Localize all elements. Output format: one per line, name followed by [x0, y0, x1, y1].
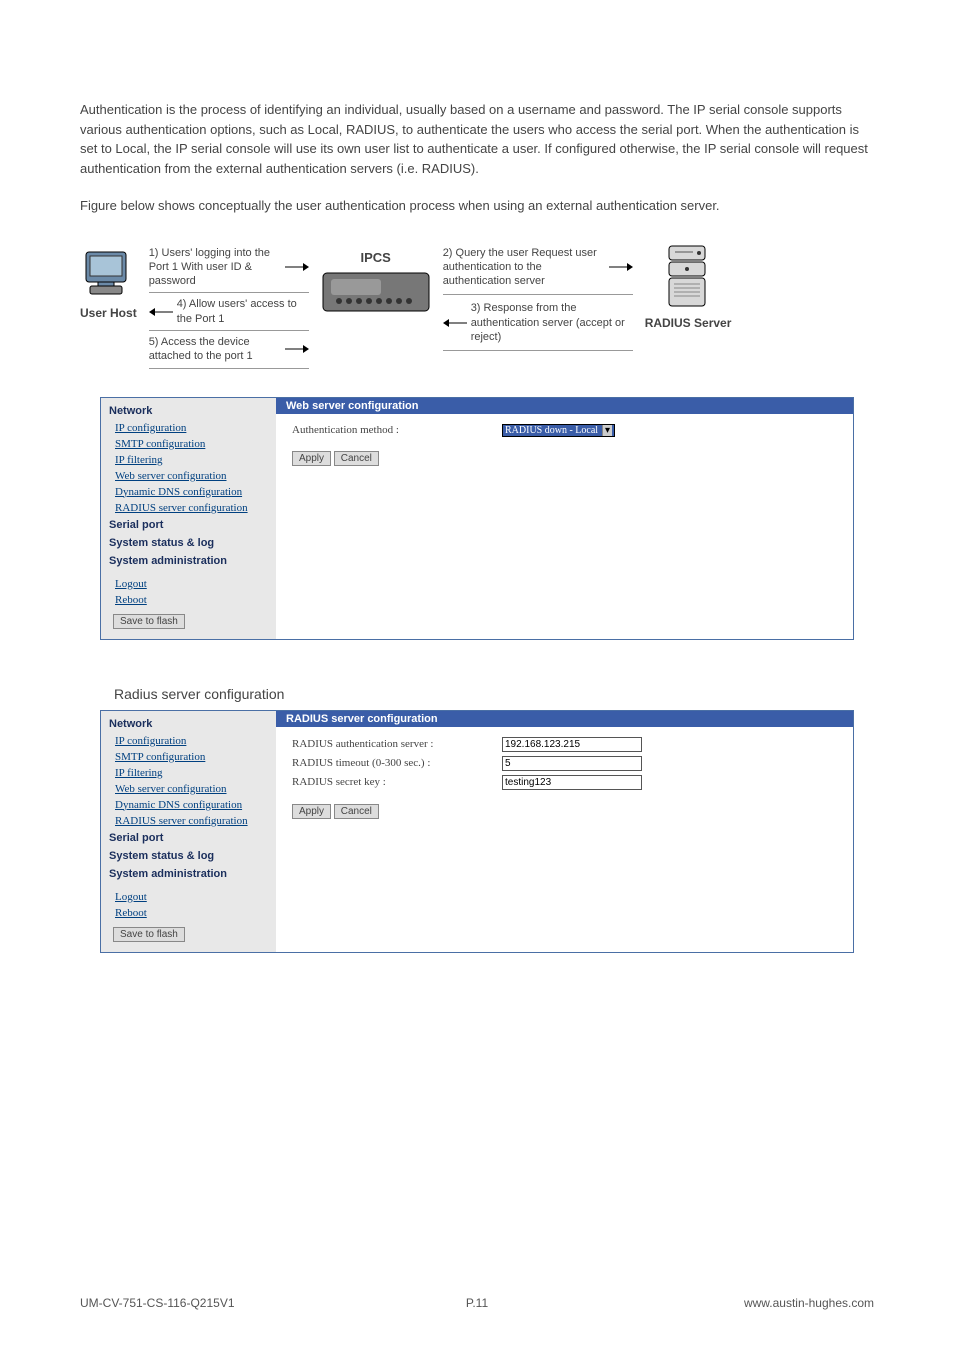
- radius-timeout-label: RADIUS timeout (0-300 sec.) :: [292, 757, 502, 769]
- sidebar-ip-filter[interactable]: IP filtering: [109, 765, 268, 781]
- sidebar: Network IP configuration SMTP configurat…: [101, 711, 276, 952]
- radius-section-title: Radius server configuration: [114, 686, 874, 702]
- sidebar-radius[interactable]: RADIUS server configuration: [109, 500, 268, 516]
- step4-text: 4) Allow users' access to the Port 1: [177, 297, 309, 326]
- step5-text: 5) Access the device attached to the por…: [149, 335, 285, 364]
- step3-text: 3) Response from the authentication serv…: [471, 301, 633, 344]
- sidebar-web-server[interactable]: Web server configuration: [109, 781, 268, 797]
- sidebar-reboot[interactable]: Reboot: [109, 905, 268, 921]
- sidebar-ip-config[interactable]: IP configuration: [109, 733, 268, 749]
- radius-timeout-input[interactable]: [502, 756, 642, 771]
- sidebar-logout[interactable]: Logout: [109, 889, 268, 905]
- panel1-header: Web server configuration: [276, 398, 853, 414]
- sidebar-ddns[interactable]: Dynamic DNS configuration: [109, 797, 268, 813]
- save-to-flash-button[interactable]: Save to flash: [113, 927, 185, 942]
- auth-method-dropdown[interactable]: RADIUS down - Local ▾: [502, 424, 615, 437]
- radius-server-input[interactable]: [502, 737, 642, 752]
- auth-method-label: Authentication method :: [292, 424, 502, 436]
- cancel-button[interactable]: Cancel: [334, 804, 379, 819]
- step1-text: 1) Users' logging into the Port 1 With u…: [149, 246, 285, 289]
- chevron-down-icon: ▾: [602, 425, 612, 436]
- radius-secret-input[interactable]: [502, 775, 642, 790]
- sidebar-serial-cat: Serial port: [109, 516, 268, 534]
- sidebar-serial-cat: Serial port: [109, 829, 268, 847]
- sidebar-radius[interactable]: RADIUS server configuration: [109, 813, 268, 829]
- footer-center: P.11: [466, 1296, 488, 1310]
- radius-server-icon: [663, 242, 713, 312]
- step2-text: 2) Query the user Request user authentic…: [443, 246, 609, 289]
- apply-button[interactable]: Apply: [292, 804, 331, 819]
- intro-paragraph: Authentication is the process of identif…: [80, 100, 874, 178]
- sidebar-smtp-config[interactable]: SMTP configuration: [109, 749, 268, 765]
- web-server-config-panel: Network IP configuration SMTP configurat…: [100, 397, 854, 640]
- radius-server-label: RADIUS Server: [645, 316, 732, 330]
- ipcs-label: IPCS: [361, 250, 391, 265]
- page-footer: UM-CV-751-CS-116-Q215V1 P.11 www.austin-…: [80, 1296, 874, 1310]
- sidebar-status-cat: System status & log: [109, 847, 268, 865]
- radius-config-panel: Network IP configuration SMTP configurat…: [100, 710, 854, 953]
- sidebar-network-cat: Network: [109, 402, 268, 420]
- caption-paragraph: Figure below shows conceptually the user…: [80, 196, 874, 216]
- sidebar-reboot[interactable]: Reboot: [109, 592, 268, 608]
- sidebar-network-cat: Network: [109, 715, 268, 733]
- sidebar-admin-cat: System administration: [109, 552, 268, 570]
- sidebar-logout[interactable]: Logout: [109, 576, 268, 592]
- sidebar-ddns[interactable]: Dynamic DNS configuration: [109, 484, 268, 500]
- save-to-flash-button[interactable]: Save to flash: [113, 614, 185, 629]
- panel2-header: RADIUS server configuration: [276, 711, 853, 727]
- footer-right: www.austin-hughes.com: [744, 1296, 874, 1310]
- radius-server-label: RADIUS authentication server :: [292, 738, 502, 750]
- radius-secret-label: RADIUS secret key :: [292, 776, 502, 788]
- sidebar-web-server[interactable]: Web server configuration: [109, 468, 268, 484]
- sidebar: Network IP configuration SMTP configurat…: [101, 398, 276, 639]
- sidebar-smtp-config[interactable]: SMTP configuration: [109, 436, 268, 452]
- apply-button[interactable]: Apply: [292, 451, 331, 466]
- auth-method-value: RADIUS down - Local: [505, 425, 598, 436]
- sidebar-admin-cat: System administration: [109, 865, 268, 883]
- sidebar-ip-filter[interactable]: IP filtering: [109, 452, 268, 468]
- auth-flow-diagram: User Host 1) Users' logging into the Por…: [80, 240, 874, 369]
- sidebar-status-cat: System status & log: [109, 534, 268, 552]
- monitor-icon: [80, 246, 136, 302]
- footer-left: UM-CV-751-CS-116-Q215V1: [80, 1296, 235, 1310]
- cancel-button[interactable]: Cancel: [334, 451, 379, 466]
- user-host-label: User Host: [80, 306, 137, 320]
- ipcs-device-icon: [321, 271, 431, 319]
- sidebar-ip-config[interactable]: IP configuration: [109, 420, 268, 436]
